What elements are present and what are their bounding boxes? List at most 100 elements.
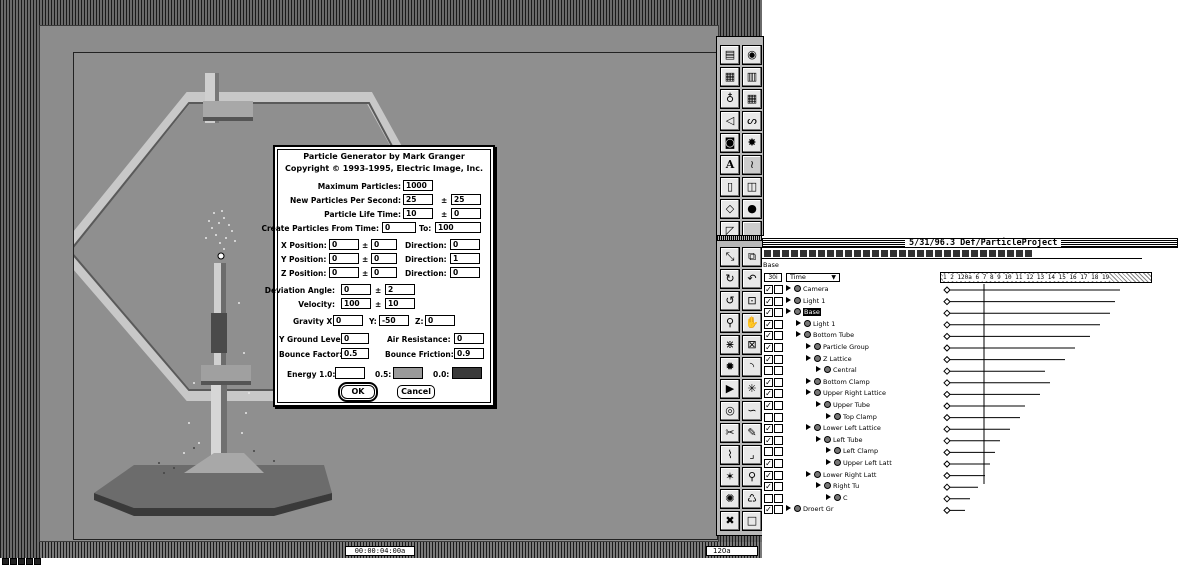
scissors-icon[interactable]: ✂ [720, 423, 740, 443]
row-name[interactable]: Top Clamp [826, 412, 877, 422]
expand-triangle-icon[interactable] [796, 319, 801, 326]
energy-zero-swatch[interactable] [452, 367, 482, 379]
row-name[interactable]: Droert Gr [786, 505, 834, 514]
lock-checkbox[interactable] [774, 366, 783, 376]
velocity-variance-field[interactable]: 10 [385, 298, 415, 309]
corner-icon[interactable]: ⌟ [742, 445, 762, 465]
deviation-variance-field[interactable]: 2 [385, 284, 415, 295]
lock-checkbox[interactable] [774, 459, 783, 468]
time-column-dropdown[interactable]: Time [786, 273, 840, 282]
visibility-checkbox[interactable]: ✓ [764, 482, 773, 492]
row-name[interactable]: C [826, 493, 848, 503]
fps-selector[interactable]: 30i [764, 273, 782, 282]
energy-half-swatch[interactable] [393, 367, 423, 379]
timeline-ruler[interactable]: 1 2 120a 6 7 8 9 10 11 12 13 14 15 16 17… [940, 272, 1152, 283]
row-name[interactable]: Upper Tube [816, 401, 870, 410]
zoom-box-icon[interactable]: ⊡ [742, 291, 762, 311]
camera-tool-icon[interactable]: ◉ [742, 45, 762, 65]
visibility-checkbox[interactable]: ✓ [764, 377, 773, 387]
row-name[interactable]: Light 1 [786, 296, 825, 306]
max-particles-field[interactable]: 1000 [403, 180, 433, 191]
new-particles-variance-field[interactable]: 25 [451, 194, 481, 205]
visibility-checkbox[interactable]: ✓ [764, 435, 773, 445]
toolbar-icon[interactable] [926, 250, 933, 257]
create-from-field[interactable]: 0 [382, 222, 416, 233]
link-icon[interactable]: ∽ [742, 401, 762, 421]
toolbar-icon[interactable] [998, 250, 1005, 257]
visibility-checkbox[interactable]: ✓ [764, 459, 773, 468]
toolbar-icon[interactable] [908, 250, 915, 257]
new-particles-field[interactable]: 25 [403, 194, 433, 205]
expand-triangle-icon[interactable] [806, 424, 811, 431]
visibility-checkbox[interactable]: ✓ [764, 319, 773, 329]
expand-triangle-icon[interactable] [816, 401, 821, 407]
visibility-checkbox[interactable]: ✓ [764, 505, 773, 515]
expand-triangle-icon[interactable] [806, 377, 811, 384]
row-name[interactable]: Left Clamp [826, 447, 878, 456]
row-name[interactable]: Particle Group [806, 343, 869, 352]
visibility-checkbox[interactable]: ✓ [764, 389, 773, 399]
hand-icon[interactable]: ✋ [742, 313, 762, 333]
row-name[interactable]: Lower Right Latt [806, 470, 876, 480]
move-icon[interactable]: ⤡ [720, 247, 740, 267]
magnifier-icon[interactable]: ⚲ [720, 313, 740, 333]
y-position-variance-field[interactable]: 0 [371, 253, 397, 264]
toolbar-icon[interactable] [863, 250, 870, 257]
visibility-checkbox[interactable] [764, 412, 773, 422]
lock-checkbox[interactable] [774, 389, 783, 399]
project-titlebar[interactable]: 5/31/96.3 Def/ParticleProject [762, 238, 1178, 248]
lock-checkbox[interactable] [774, 331, 783, 341]
expand-triangle-icon[interactable] [796, 331, 801, 338]
teapot-icon[interactable]: ● [742, 199, 762, 219]
row-name[interactable]: Lower Left Lattice [806, 424, 881, 433]
create-to-field[interactable]: 100 [435, 222, 481, 233]
row-name[interactable]: Upper Right Lattice [806, 389, 886, 398]
lattice-icon[interactable]: ⋇ [720, 335, 740, 355]
fountain-icon[interactable]: ≀ [742, 155, 762, 175]
lock-checkbox[interactable] [774, 482, 783, 492]
toolbar-icon[interactable] [944, 250, 951, 257]
pen-icon[interactable]: ✎ [742, 423, 762, 443]
curve-icon[interactable]: ᔕ [742, 111, 762, 131]
expand-triangle-icon[interactable] [816, 482, 821, 489]
visibility-checkbox[interactable] [764, 447, 773, 457]
delete-object-icon[interactable]: ✖ [720, 511, 740, 531]
toolbar-icon[interactable] [881, 250, 888, 257]
expand-triangle-icon[interactable] [806, 389, 811, 396]
lock-checkbox[interactable] [774, 401, 783, 410]
expand-triangle-icon[interactable] [786, 308, 791, 315]
toolbar-icon[interactable] [818, 250, 825, 257]
z-direction-field[interactable]: 0 [450, 267, 480, 278]
toolbar-icon[interactable] [1007, 250, 1014, 257]
document-icon[interactable]: ▯ [720, 177, 740, 197]
life-time-field[interactable]: 10 [403, 208, 433, 219]
lock-checkbox[interactable] [774, 493, 783, 503]
expand-triangle-icon[interactable] [786, 296, 791, 303]
toolbar-icon[interactable] [953, 250, 960, 257]
target-icon[interactable]: ◎ [720, 401, 740, 421]
lock-checkbox[interactable] [774, 319, 783, 329]
burst-icon[interactable]: ✶ [720, 467, 740, 487]
row-name[interactable]: Z Lattice [806, 354, 852, 364]
lock-checkbox[interactable] [774, 424, 783, 434]
toolbar-icon[interactable] [935, 250, 942, 257]
toolbar-icon[interactable] [971, 250, 978, 257]
visibility-checkbox[interactable]: ✓ [764, 354, 773, 364]
visibility-checkbox[interactable]: ✓ [764, 470, 773, 480]
row-name[interactable]: Right Tu [816, 482, 859, 491]
bucket-icon[interactable]: ◙ [720, 133, 740, 153]
expand-triangle-icon[interactable] [806, 470, 811, 477]
toolbar-icon[interactable] [836, 250, 843, 257]
lock-checkbox[interactable] [774, 308, 783, 318]
velocity-field[interactable]: 100 [341, 298, 371, 309]
path-icon[interactable]: ⌇ [720, 445, 740, 465]
z-position-variance-field[interactable]: 0 [371, 267, 397, 278]
y-position-field[interactable]: 0 [329, 253, 359, 264]
film-icon[interactable]: ▥ [742, 67, 762, 87]
expand-triangle-icon[interactable] [826, 493, 831, 500]
toolbar-icon[interactable] [809, 250, 816, 257]
timeline-tracks[interactable] [940, 284, 1178, 544]
expand-triangle-icon[interactable] [786, 505, 791, 512]
visibility-checkbox[interactable]: ✓ [764, 308, 773, 318]
energy-1-swatch[interactable] [335, 367, 365, 379]
